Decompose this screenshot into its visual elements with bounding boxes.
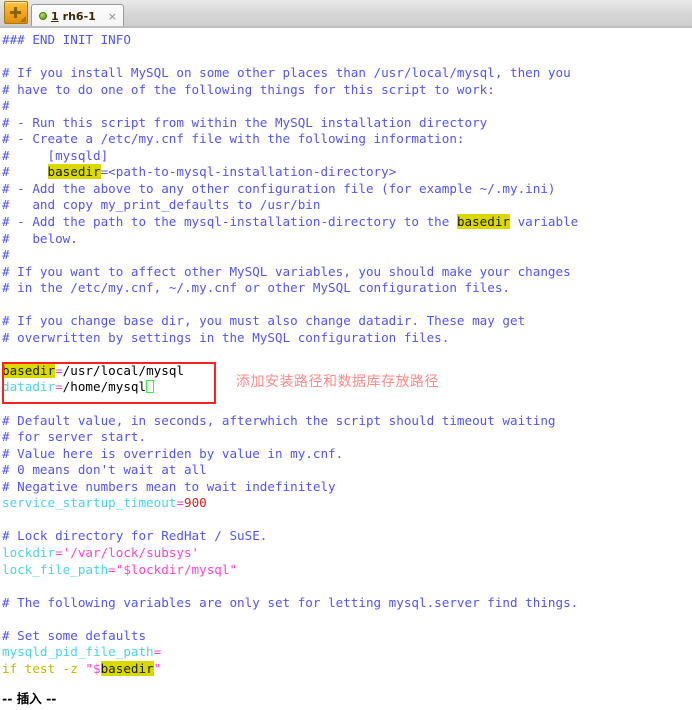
code-segment: # Lock directory for RedHat / SuSE. — [2, 528, 268, 544]
code-segment: # 0 means don't wait at all — [2, 462, 207, 478]
code-segment: # - Add the above to any other configura… — [2, 180, 556, 196]
annotation-text: 添加安装路径和数据库存放路径 — [236, 374, 439, 390]
code-segment: lock_file_path — [2, 561, 109, 577]
text-cursor — [146, 380, 155, 394]
code-segment: " — [85, 660, 93, 676]
editor-line: # Lock directory for RedHat / SuSE. — [2, 528, 692, 545]
code-segment: $ — [93, 660, 101, 676]
plus-icon-stem — [14, 7, 17, 18]
code-segment: = — [55, 362, 63, 378]
code-segment: if test -z — [2, 660, 86, 676]
editor-line: mysqld_pid_file_path= — [2, 644, 692, 661]
code-segment: # [mysqld] — [2, 147, 109, 163]
code-segment: # - Add the path to the mysql-installati… — [2, 214, 457, 230]
search-highlight: basedir — [456, 214, 511, 230]
code-segment: /home/mysql — [62, 379, 147, 395]
code-segment: # - Create a /etc/my.cnf file with the f… — [2, 131, 465, 147]
editor-line: # The following variables are only set f… — [2, 595, 692, 612]
editor-line: # If you want to affect other MySQL vari… — [2, 264, 692, 281]
code-segment: service_startup_timeout — [2, 495, 177, 511]
terminal-editor-area[interactable]: ### END INIT INFO # If you install MySQL… — [0, 29, 692, 710]
search-highlight: basedir — [47, 164, 101, 180]
code-segment: # have to do one of the following things… — [2, 81, 495, 97]
code-segment: # — [2, 164, 48, 180]
code-segment: # If you change base dir, you must also … — [2, 313, 526, 329]
code-segment: lockdir — [2, 544, 56, 560]
editor-line: # Default value, in seconds, afterwhich … — [2, 413, 692, 430]
search-highlight: basedir — [2, 362, 56, 378]
code-segment: " — [153, 660, 162, 676]
editor-line: # for server start. — [2, 429, 692, 446]
code-segment: # Negative numbers mean to wait indefini… — [2, 478, 336, 494]
code-segment: # Value here is overriden by value in my… — [2, 445, 344, 461]
code-segment: # If you want to affect other MySQL vari… — [2, 263, 571, 279]
code-segment: # and copy my_print_defaults to /usr/bin — [2, 197, 321, 213]
editor-line: # and copy my_print_defaults to /usr/bin — [2, 197, 692, 214]
dropdown-corner-icon — [20, 16, 26, 22]
editor-line: lock_file_path="$lockdir/mysql" — [2, 562, 692, 579]
editor-line: service_startup_timeout=900 — [2, 495, 692, 512]
editor-line: # basedir=<path-to-mysql-installation-di… — [2, 164, 692, 181]
editor-line: # - Add the path to the mysql-installati… — [2, 214, 692, 231]
search-highlight: basedir — [100, 660, 154, 676]
new-tab-button[interactable] — [4, 1, 28, 24]
code-segment: = — [55, 379, 63, 395]
editor-line: # below. — [2, 231, 692, 248]
editor-line: if test -z "$basedir" — [2, 660, 692, 678]
code-segment: # The following variables are only set f… — [2, 594, 579, 610]
code-segment: # — [2, 247, 10, 263]
code-segment: # Set some defaults — [2, 627, 147, 643]
tab-number: 1 — [51, 9, 59, 23]
close-icon[interactable]: × — [108, 10, 117, 23]
editor-line: # - Run this script from within the MySQ… — [2, 115, 692, 132]
editor-line: # 0 means don't wait at all — [2, 462, 692, 479]
editor-line: # — [2, 247, 692, 264]
code-segment: ### END INIT INFO — [2, 32, 131, 47]
code-segment: = — [153, 644, 162, 660]
code-segment: = — [176, 495, 184, 511]
editor-line: # Value here is overriden by value in my… — [2, 446, 692, 463]
editor-line: # — [2, 98, 692, 115]
code-segment: ="$lockdir/mysql" — [108, 561, 238, 577]
tab-bar: 1 rh6-1 × — [0, 0, 692, 28]
code-segment: # - Run this script from within the MySQ… — [2, 114, 488, 130]
editor-line: # If you change base dir, you must also … — [2, 313, 692, 330]
editor-line: ### END INIT INFO — [2, 32, 692, 49]
code-segment: variable — [510, 214, 579, 230]
editor-line: # [mysqld] — [2, 148, 692, 165]
code-segment: datadir — [2, 379, 56, 395]
code-segment: # — [2, 98, 10, 114]
code-segment: 900 — [183, 495, 207, 511]
code-segment: # If you install MySQL on some other pla… — [2, 65, 571, 81]
code-segment: =<path-to-mysql-installation-directory> — [100, 164, 397, 180]
green-dot-icon — [39, 12, 47, 20]
editor-line: lockdir='/var/lock/subsys' — [2, 545, 692, 562]
tab-rh6-1[interactable]: 1 rh6-1 × — [31, 4, 125, 27]
tab-label: rh6-1 — [62, 9, 96, 23]
editor-line: # - Add the above to any other configura… — [2, 181, 692, 198]
code-segment: # below. — [2, 230, 78, 246]
code-segment: mysqld_pid_file_path — [2, 644, 154, 660]
editor-line: # overwritten by settings in the MySQL c… — [2, 330, 692, 347]
vim-status-line: -- 插入 -- — [2, 691, 57, 706]
editor-line: # If you install MySQL on some other pla… — [2, 65, 692, 82]
editor-line: # - Create a /etc/my.cnf file with the f… — [2, 131, 692, 148]
editor-line: # Set some defaults — [2, 628, 692, 645]
code-segment: /usr/local/mysql — [62, 362, 184, 378]
editor-line: # Negative numbers mean to wait indefini… — [2, 479, 692, 496]
code-segment: # in the /etc/my.cnf, ~/.my.cnf or other… — [2, 280, 510, 296]
code-segment: # for server start. — [2, 429, 147, 445]
code-segment: # Default value, in seconds, afterwhich … — [2, 412, 556, 428]
editor-line: # in the /etc/my.cnf, ~/.my.cnf or other… — [2, 280, 692, 297]
code-segment: # overwritten by settings in the MySQL c… — [2, 329, 450, 345]
editor-line: # have to do one of the following things… — [2, 82, 692, 99]
code-segment: ='/var/lock/subsys' — [55, 544, 200, 560]
